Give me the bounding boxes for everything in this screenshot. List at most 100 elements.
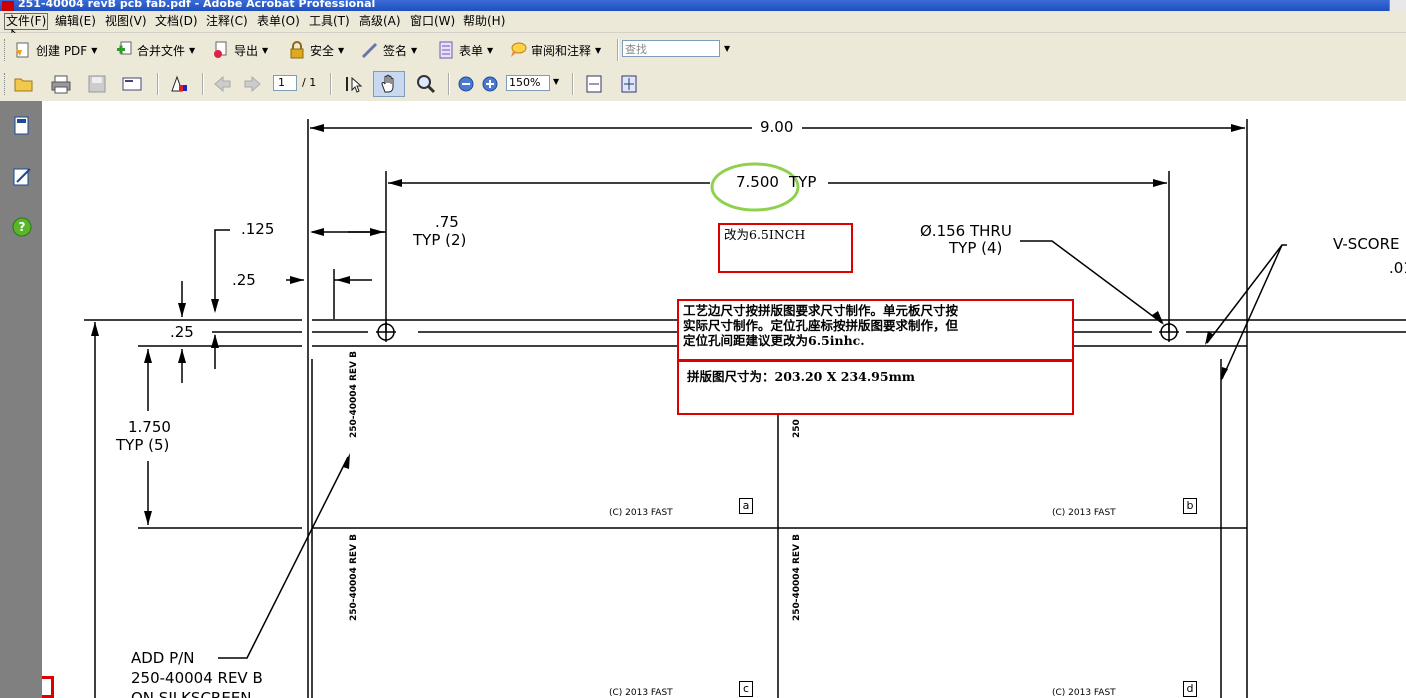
forms-icon <box>439 41 453 59</box>
next-page-icon[interactable] <box>243 74 263 94</box>
search-dropdown-icon[interactable]: ▼ <box>724 44 730 53</box>
markup-note-process-edge[interactable]: 工艺边尺寸按拼版图要求尺寸制作。单元板尺寸按 实际尺寸制作。定位孔座标按拼版图要… <box>677 299 1074 361</box>
signatures-panel-icon[interactable] <box>11 166 33 188</box>
title-bar: 251-40004 revB pcb fab.pdf - Adobe Acrob… <box>0 0 1406 11</box>
email-icon[interactable] <box>122 74 142 94</box>
fit-page-icon[interactable] <box>619 74 639 94</box>
toolbar-separator <box>330 73 332 95</box>
zoom-in-icon[interactable] <box>480 74 500 94</box>
navigation-pane: ? <box>0 101 42 698</box>
zoom-level-input[interactable]: 150% <box>506 75 550 91</box>
search-input[interactable]: 查找 <box>622 40 720 57</box>
print-icon[interactable] <box>51 74 71 94</box>
dim-1750-label: 1.750 <box>128 418 171 436</box>
menu-file[interactable]: 文件(F) <box>4 13 49 30</box>
secure-button[interactable]: 安全 ▼ <box>288 39 344 61</box>
dim-25-top-label: .25 <box>232 271 256 289</box>
toolbar-separator <box>448 73 450 95</box>
menu-advanced[interactable]: 高级(A) <box>359 14 401 29</box>
dim-7500-typ-label: TYP <box>789 173 817 191</box>
sign-label: 签名 <box>383 43 408 58</box>
note-text: 拼版图尺寸为：203.20 X 234.95mm <box>687 369 916 384</box>
fit-width-icon[interactable] <box>584 74 604 94</box>
zoom-tool-icon[interactable] <box>416 74 436 94</box>
chevron-down-icon: ▼ <box>338 45 345 55</box>
dim-1750-typ-label: TYP (5) <box>116 436 170 454</box>
menu-help[interactable]: 帮助(H) <box>463 14 505 29</box>
acrobat-app-icon <box>2 1 14 11</box>
cell-label-a: a <box>739 498 753 514</box>
page-total-label: / 1 <box>302 76 317 89</box>
toolbar-separator <box>157 73 159 95</box>
sign-button[interactable]: 签名 ▼ <box>361 39 417 61</box>
note-text: 改为6.5INCH <box>724 227 806 242</box>
toolbar-grip <box>4 73 8 95</box>
review-comment-button[interactable]: 审阅和注释 ▼ <box>509 39 601 61</box>
pdf-document-view[interactable]: 9.00 7.500 TYP .125 .75 TYP (2) .25 .25 … <box>42 101 1406 698</box>
chevron-down-icon: ▼ <box>91 45 98 55</box>
dim-9-label: 9.00 <box>760 118 794 136</box>
menu-bar: 文件(F) 编辑(E) 视图(V) 文档(D) 注释(C) 表单(O) 工具(T… <box>0 11 1406 33</box>
create-pdf-icon <box>16 42 29 58</box>
add-pn-label: ADD P/N <box>131 649 195 667</box>
tasks-toolbar: 创建 PDF ▼ 合并文件 ▼ 导出 ▼ 安全 ▼ 签名 ▼ 表单 ▼ 审阅和注释 ▼ 查找 … <box>0 33 1406 67</box>
zoom-dropdown-icon[interactable]: ▼ <box>553 77 559 86</box>
dim-7500-label: 7.500 <box>736 173 779 191</box>
page-number-input[interactable]: 1 <box>273 75 297 91</box>
markup-note-panel-size[interactable]: 拼版图尺寸为：203.20 X 234.95mm <box>677 360 1074 415</box>
markup-note-edge[interactable] <box>42 676 54 698</box>
part-number-silkscreen-b: 250 <box>792 419 802 438</box>
export-button[interactable]: 导出 ▼ <box>212 39 268 61</box>
vscore-value-label: .01 <box>1389 259 1406 277</box>
add-pn-number-label: 250-40004 REV B <box>131 669 263 687</box>
menu-tools[interactable]: 工具(T) <box>309 14 350 29</box>
create-pdf-button[interactable]: 创建 PDF ▼ <box>14 39 97 61</box>
zoom-out-icon[interactable] <box>456 74 476 94</box>
color-management-icon[interactable] <box>169 74 189 94</box>
file-toolbar: 1 / 1 150% ▼ <box>0 67 1406 102</box>
export-icon <box>214 41 227 58</box>
menu-document[interactable]: 文档(D) <box>155 14 198 29</box>
part-number-silkscreen-d: 250-40004 REV B <box>792 533 802 621</box>
hole-typ-label: TYP (4) <box>949 239 1003 257</box>
dim-25-left-label: .25 <box>170 323 194 341</box>
chevron-down-icon: ▼ <box>487 45 494 55</box>
part-number-silkscreen-a: 250-40004 REV B <box>349 350 359 438</box>
pages-panel-icon[interactable] <box>11 115 33 137</box>
help-icon[interactable]: ? <box>11 216 33 238</box>
cell-label-b: b <box>1183 498 1197 514</box>
hand-tool-icon[interactable] <box>379 74 399 94</box>
lock-icon <box>290 41 304 59</box>
markup-note-6-5inch[interactable]: 改为6.5INCH <box>718 223 853 273</box>
review-comment-label: 审阅和注释 <box>531 43 592 58</box>
select-text-icon[interactable] <box>343 74 363 94</box>
toolbar-grip <box>4 39 8 61</box>
save-icon[interactable] <box>87 74 107 94</box>
comment-bubble-icon <box>511 42 527 57</box>
dim-75-label: .75 <box>435 213 459 231</box>
menu-forms[interactable]: 表单(O) <box>257 14 300 29</box>
menu-view[interactable]: 视图(V) <box>105 14 147 29</box>
toolbar-separator <box>202 73 204 95</box>
combine-files-label: 合并文件 <box>137 43 186 58</box>
copyright-b: (C) 2013 FAST <box>1052 508 1116 518</box>
note-text: 工艺边尺寸按拼版图要求尺寸制作。单元板尺寸按 实际尺寸制作。定位孔座标按拼版图要… <box>683 303 959 348</box>
previous-page-icon[interactable] <box>212 74 232 94</box>
copyright-a: (C) 2013 FAST <box>609 508 673 518</box>
combine-files-icon <box>117 41 132 55</box>
toolbar-separator <box>572 73 574 95</box>
menu-comments[interactable]: 注释(C) <box>206 14 248 29</box>
secure-label: 安全 <box>310 43 335 58</box>
chevron-down-icon: ▼ <box>595 45 602 55</box>
cell-label-d: d <box>1183 681 1197 697</box>
combine-files-button[interactable]: 合并文件 ▼ <box>115 39 195 61</box>
forms-button[interactable]: 表单 ▼ <box>437 39 493 61</box>
window-control-button[interactable] <box>1389 0 1406 11</box>
dim-125-label: .125 <box>241 220 275 238</box>
chevron-down-icon: ▼ <box>262 45 269 55</box>
menu-edit[interactable]: 编辑(E) <box>55 14 96 29</box>
toolbar-separator <box>617 39 619 61</box>
part-number-silkscreen-c: 250-40004 REV B <box>349 533 359 621</box>
open-folder-icon[interactable] <box>14 74 34 94</box>
menu-window[interactable]: 窗口(W) <box>410 14 455 29</box>
